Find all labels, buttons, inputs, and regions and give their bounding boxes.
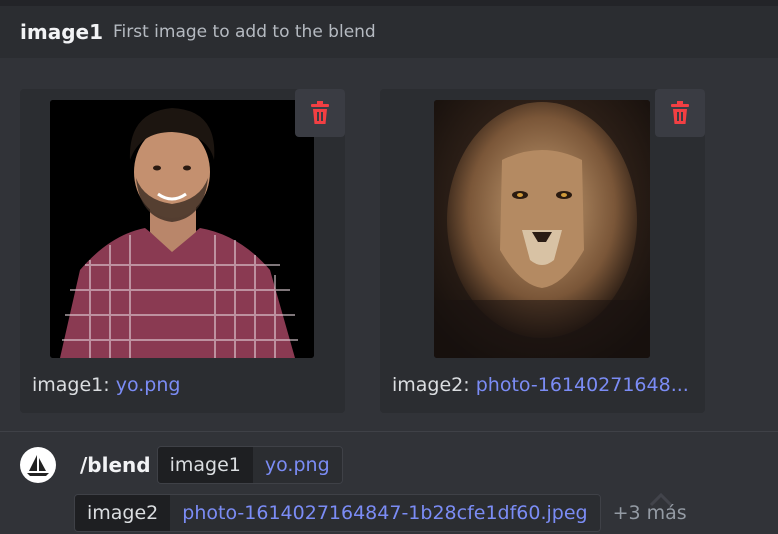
image2-filename-link[interactable]: photo-16140271648...: [476, 374, 689, 396]
option-key: image1: [157, 447, 253, 483]
chevron-up-icon: [649, 492, 673, 507]
command-line-continued[interactable]: image2 photo-1614027164847-1b28cfe1df60.…: [74, 494, 687, 532]
option-key: image2: [75, 495, 171, 531]
command-name: /blend: [80, 453, 151, 477]
command-line[interactable]: /blend image1 yo.png: [80, 446, 343, 484]
delete-image2-button[interactable]: [655, 89, 705, 137]
option-value: yo.png: [252, 447, 342, 483]
image1-preview: [50, 100, 314, 358]
image2-caption: image2: photo-16140271648...: [392, 374, 697, 396]
option-name: image1: [20, 20, 103, 44]
divider: [0, 431, 778, 432]
trash-icon: [311, 101, 329, 124]
bot-avatar[interactable]: [20, 447, 56, 483]
option-hint-bar: image1 First image to add to the blend: [0, 0, 778, 58]
image1-caption: image1: yo.png: [32, 374, 337, 396]
image2-preview: [434, 100, 650, 358]
sailboat-icon: [27, 455, 49, 476]
caption-option-label: image2:: [392, 374, 470, 396]
delete-image1-button[interactable]: [295, 89, 345, 137]
option-value: photo-1614027164847-1b28cfe1df60.jpeg: [170, 495, 600, 531]
attachment-card-image2: image2: photo-16140271648...: [380, 89, 705, 413]
option-description: First image to add to the blend: [113, 22, 376, 42]
trash-icon: [671, 101, 689, 124]
option-pill-image2[interactable]: image2 photo-1614027164847-1b28cfe1df60.…: [74, 494, 601, 532]
option-pill-image1[interactable]: image1 yo.png: [156, 446, 343, 484]
attachment-card-image1: image1: yo.png: [20, 89, 345, 413]
image1-filename-link[interactable]: yo.png: [116, 374, 181, 396]
caption-option-label: image1:: [32, 374, 110, 396]
